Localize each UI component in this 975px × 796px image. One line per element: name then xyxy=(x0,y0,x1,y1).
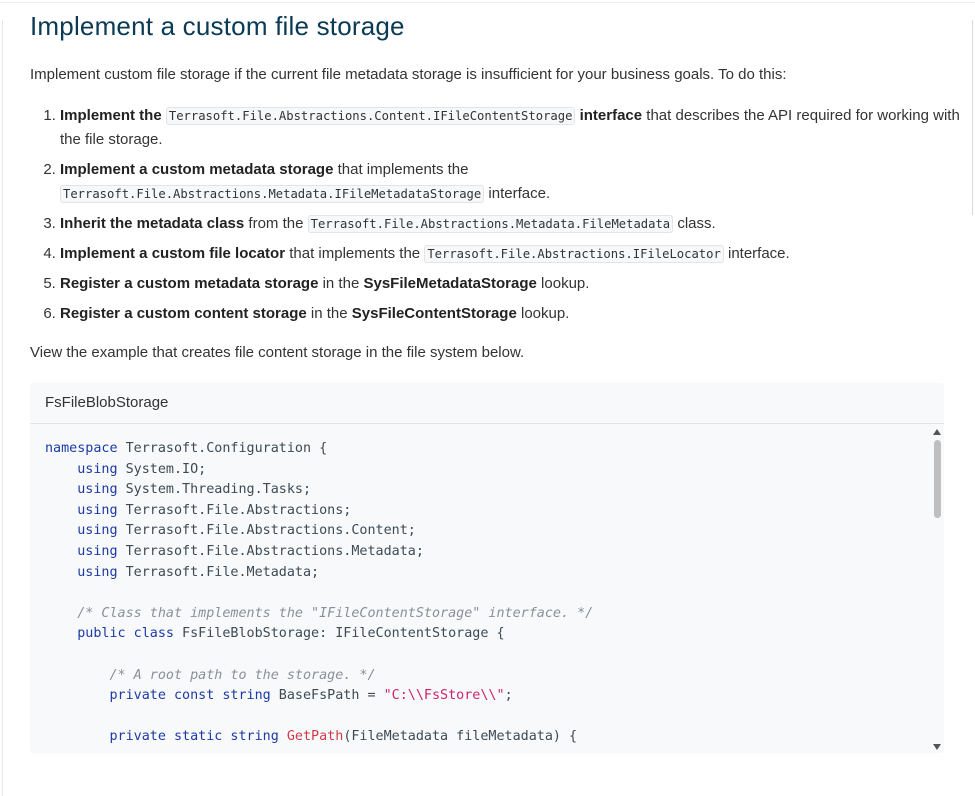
step-bold: Inherit the metadata class xyxy=(60,215,245,232)
scroll-thumb[interactable] xyxy=(934,440,941,518)
code-line: /* A root path to the storage. */ xyxy=(109,667,376,683)
scroll-up-icon[interactable] xyxy=(933,429,941,435)
left-border xyxy=(2,20,3,796)
code-line: private const string BaseFsPath = "C:\\F… xyxy=(109,688,513,704)
step-bold: SysFileMetadataStorage xyxy=(363,275,537,292)
step-bold: Register a custom metadata storage xyxy=(60,275,319,292)
step-text: in the xyxy=(310,305,348,322)
code-line: private static string GetPath(FileMetada… xyxy=(109,729,578,745)
top-border xyxy=(0,2,975,3)
step-text: from the xyxy=(248,215,304,232)
code-line: using Terrasoft.File.Metadata; xyxy=(77,564,320,580)
code-line: using System.Threading.Tasks; xyxy=(77,482,312,498)
step-text: that implements the xyxy=(337,161,469,178)
code-content[interactable]: namespace Terrasoft.Configuration { usin… xyxy=(30,424,944,748)
list-item: Register a custom metadata storage in th… xyxy=(60,272,960,296)
code-line: using System.IO; xyxy=(77,461,207,477)
step-text: lookup. xyxy=(541,275,590,292)
inline-code: Terrasoft.File.Abstractions.Content.IFil… xyxy=(165,107,576,125)
list-item: Inherit the metadata class from the Terr… xyxy=(60,212,960,236)
page-title: Implement a custom file storage xyxy=(30,11,405,41)
code-line: namespace Terrasoft.Configuration { xyxy=(45,441,328,456)
code-line: /* Class that implements the "IFileConte… xyxy=(77,605,594,621)
list-item: Implement the Terrasoft.File.Abstraction… xyxy=(60,104,960,152)
step-text: in the xyxy=(322,275,360,292)
code-tab[interactable]: FsFileBlobStorage xyxy=(30,383,944,424)
list-item: Register a custom content storage in the… xyxy=(60,302,960,326)
step-bold: Implement a custom metadata storage xyxy=(60,161,334,178)
step-text: class. xyxy=(677,215,716,232)
list-item: Implement a custom file locator that imp… xyxy=(60,242,960,266)
step-text: interface. xyxy=(727,245,790,262)
step-bold: Implement the xyxy=(60,107,162,124)
step-bold: interface xyxy=(579,107,643,124)
code-line: public class FsFileBlobStorage: IFileCon… xyxy=(77,626,505,642)
scroll-down-icon[interactable] xyxy=(933,744,941,750)
step-text: interface. xyxy=(488,185,551,202)
step-text: that implements the xyxy=(289,245,421,262)
example-intro-text: View the example that creates file conte… xyxy=(30,344,525,361)
inline-code: Terrasoft.File.Abstractions.Metadata.IFi… xyxy=(60,185,485,203)
code-line: using Terrasoft.File.Abstractions.Metada… xyxy=(77,543,424,559)
code-scrollbar[interactable] xyxy=(930,426,944,753)
code-block: FsFileBlobStorage namespace Terrasoft.Co… xyxy=(30,383,944,753)
page-scrollbar[interactable] xyxy=(972,20,973,215)
intro-text: Implement custom file storage if the cur… xyxy=(30,66,787,83)
step-bold: SysFileContentStorage xyxy=(351,305,517,322)
step-text: lookup. xyxy=(520,305,570,322)
code-line: using Terrasoft.File.Abstractions.Conten… xyxy=(77,523,416,539)
steps-list: Implement the Terrasoft.File.Abstraction… xyxy=(30,104,960,332)
code-line: using Terrasoft.File.Abstractions; xyxy=(77,502,352,518)
step-bold: Register a custom content storage xyxy=(60,305,307,322)
inline-code: Terrasoft.File.Abstractions.IFileLocator xyxy=(424,245,724,263)
inline-code: Terrasoft.File.Abstractions.Metadata.Fil… xyxy=(307,215,674,233)
step-bold: Implement a custom file locator xyxy=(60,245,286,262)
list-item: Implement a custom metadata storage that… xyxy=(60,158,960,206)
